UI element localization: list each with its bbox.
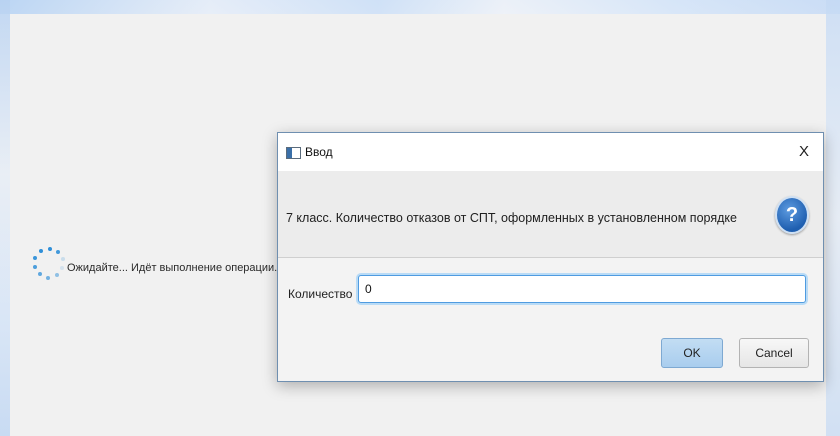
question-icon: ? (775, 196, 809, 234)
window-right-edge (826, 0, 840, 436)
loading-spinner-icon (30, 246, 70, 286)
dialog-titlebar[interactable]: Ввод X (278, 133, 823, 171)
dialog-message: 7 класс. Количество отказов от СПТ, офор… (286, 211, 737, 225)
close-button[interactable]: X (791, 139, 817, 165)
quantity-input[interactable] (358, 275, 806, 303)
input-dialog: Ввод X 7 класс. Количество отказов от СП… (277, 132, 824, 382)
quantity-label: Количество (288, 287, 353, 301)
cancel-button[interactable]: Cancel (739, 338, 809, 368)
window-app-icon (286, 147, 301, 159)
dialog-header: 7 класс. Количество отказов от СПТ, офор… (278, 171, 823, 258)
ok-button[interactable]: OK (661, 338, 723, 368)
wait-status-text: Ожидайте... Идёт выполнение операции. (67, 262, 278, 274)
dialog-title: Ввод (305, 145, 333, 159)
window-top-edge (0, 0, 840, 14)
window-left-edge (0, 0, 10, 436)
